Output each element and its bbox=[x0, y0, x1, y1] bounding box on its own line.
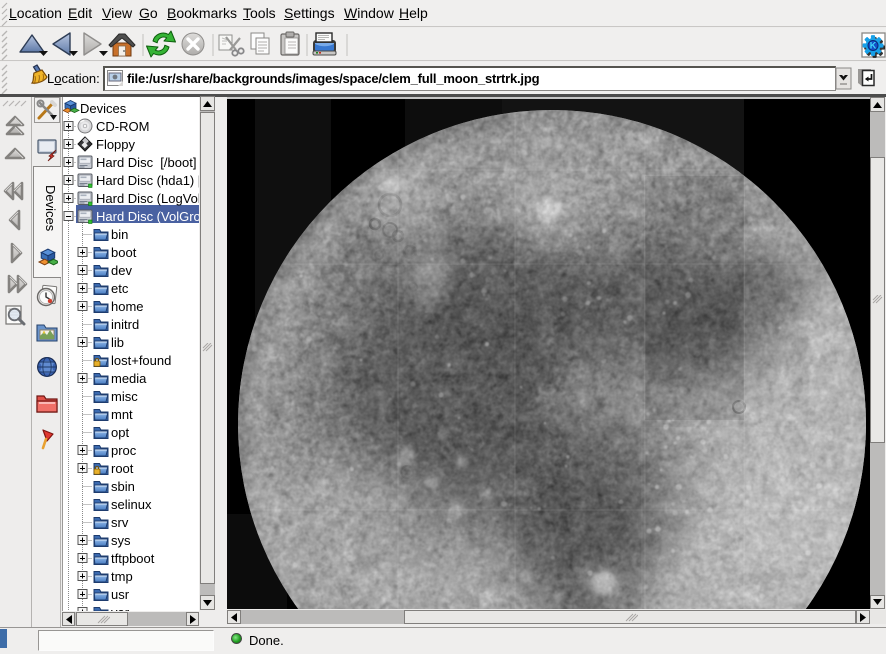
svg-text:media: media bbox=[111, 371, 147, 386]
svg-text:home: home bbox=[111, 299, 144, 314]
svg-text:Devices: Devices bbox=[80, 101, 127, 116]
svg-text:opt: opt bbox=[111, 425, 129, 440]
svg-text:usr: usr bbox=[111, 587, 130, 602]
svg-text:Hard Disc (VolGrou: Hard Disc (VolGrou bbox=[96, 209, 199, 224]
svg-text:selinux: selinux bbox=[111, 497, 152, 512]
svg-text:lost+found: lost+found bbox=[111, 353, 171, 368]
svg-text:proc: proc bbox=[111, 443, 137, 458]
svg-text:tmp: tmp bbox=[111, 569, 133, 584]
svg-text:boot: boot bbox=[111, 245, 137, 260]
svg-text:initrd: initrd bbox=[111, 317, 139, 332]
svg-text:tftpboot: tftpboot bbox=[111, 551, 155, 566]
svg-text:var: var bbox=[111, 605, 130, 611]
svg-text:mnt: mnt bbox=[111, 407, 133, 422]
svg-text:srv: srv bbox=[111, 515, 129, 530]
svg-text:lib: lib bbox=[111, 335, 124, 350]
svg-text:Hard Disc (hda1) [/: Hard Disc (hda1) [/ bbox=[96, 173, 199, 188]
svg-text:misc: misc bbox=[111, 389, 138, 404]
svg-text:etc: etc bbox=[111, 281, 129, 296]
svg-text:CD-ROM: CD-ROM bbox=[96, 119, 149, 134]
svg-text:Floppy: Floppy bbox=[96, 137, 136, 152]
svg-text:Hard Disc [/boot]: Hard Disc [/boot] bbox=[96, 155, 196, 170]
svg-text:sbin: sbin bbox=[111, 479, 135, 494]
svg-text:K: K bbox=[870, 41, 877, 51]
svg-text:Hard Disc (LogVol0: Hard Disc (LogVol0 bbox=[96, 191, 199, 206]
svg-text:dev: dev bbox=[111, 263, 132, 278]
svg-text:root: root bbox=[111, 461, 134, 476]
svg-text:bin: bin bbox=[111, 227, 128, 242]
svg-text:sys: sys bbox=[111, 533, 131, 548]
